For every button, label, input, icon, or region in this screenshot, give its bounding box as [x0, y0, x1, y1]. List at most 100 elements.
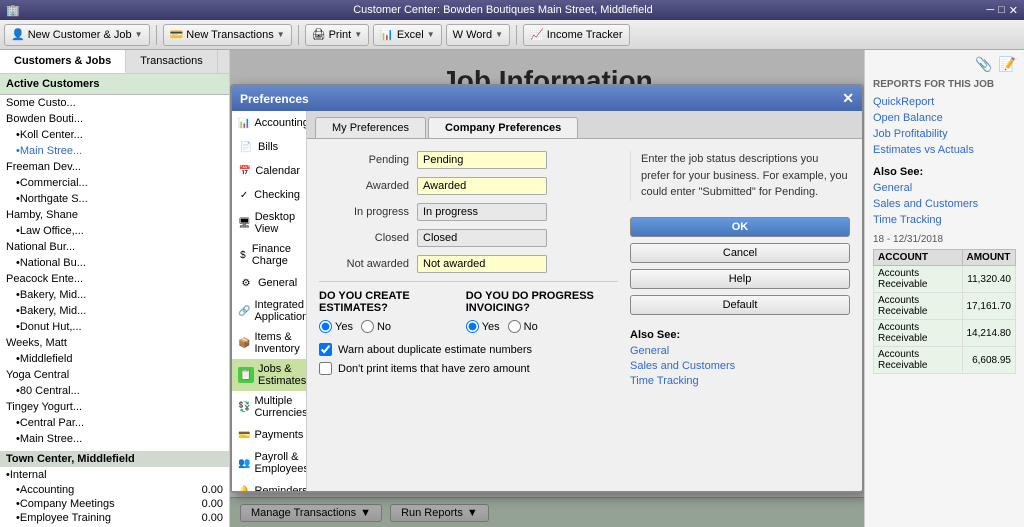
tab-my-preferences[interactable]: My Preferences [315, 117, 426, 138]
list-item[interactable]: •Koll Center... [0, 127, 229, 143]
close-btn[interactable]: ✕ [1009, 4, 1018, 17]
closed-input[interactable] [417, 229, 547, 247]
estimates-yes-label[interactable]: Yes [319, 320, 353, 333]
list-item[interactable]: •Middlefield [0, 351, 229, 367]
nav-item-payroll[interactable]: 👥 Payroll & Employees [232, 447, 306, 479]
list-item[interactable]: Weeks, Matt [0, 335, 229, 351]
nav-item-accounting[interactable]: 📊 Accounting [232, 111, 306, 135]
list-item[interactable]: Some Custo... [0, 95, 229, 111]
pending-input[interactable] [417, 151, 547, 169]
progress-yes-radio[interactable] [466, 320, 479, 333]
progress-no-label[interactable]: No [508, 320, 538, 333]
list-item[interactable]: •Central Par... [0, 415, 229, 431]
list-item[interactable]: Yoga Central [0, 367, 229, 383]
list-item[interactable]: Tingey Yogurt... [0, 399, 229, 415]
job-profitability-link[interactable]: Job Profitability [873, 128, 1016, 140]
list-item[interactable]: •Bakery, Mid... [0, 287, 229, 303]
awarded-input[interactable] [417, 177, 547, 195]
nav-item-items[interactable]: 📦 Items & Inventory [232, 327, 306, 359]
list-item[interactable]: •Employee Training0.00 [0, 511, 229, 525]
tab-transactions[interactable]: Transactions [126, 50, 218, 73]
new-transactions-btn[interactable]: 💳 New Transactions ▼ [163, 24, 292, 46]
list-item[interactable]: Peacock Ente... [0, 271, 229, 287]
new-customer-job-btn[interactable]: 👤 New Customer & Job ▼ [4, 24, 150, 46]
progress-no-radio[interactable] [508, 320, 521, 333]
open-balance-link[interactable]: Open Balance [873, 112, 1016, 124]
nav-item-integrated[interactable]: 🔗 Integrated Applications [232, 295, 306, 327]
nav-item-multiple-currencies[interactable]: 💱 Multiple Currencies [232, 391, 306, 423]
nav-item-calendar[interactable]: 📅 Calendar [232, 159, 306, 183]
estimates-yes-radio[interactable] [319, 320, 332, 333]
right-general-link[interactable]: General [873, 182, 1016, 194]
estimates-no-label[interactable]: No [361, 320, 391, 333]
toolbar: 👤 New Customer & Job ▼ 💳 New Transaction… [0, 20, 1024, 50]
account-period: 18 - 12/31/2018 [873, 234, 1016, 245]
in-progress-input[interactable] [417, 203, 547, 221]
excel-btn[interactable]: 📊 Excel ▼ [373, 24, 442, 46]
list-item[interactable]: •Internal [0, 467, 229, 483]
awarded-label: Awarded [319, 180, 409, 192]
nav-item-bills[interactable]: 📄 Bills [232, 135, 306, 159]
right-sales-customers-link[interactable]: Sales and Customers [873, 198, 1016, 210]
word-btn[interactable]: W Word ▼ [446, 24, 510, 46]
list-item[interactable]: •Commercial... [0, 175, 229, 191]
nav-item-checking[interactable]: ✓ Checking [232, 183, 306, 207]
list-item[interactable]: •Main Stree... [0, 431, 229, 447]
minimize-btn[interactable]: ─ [986, 4, 994, 17]
progress-yes-label[interactable]: Yes [466, 320, 500, 333]
attachment-icon[interactable]: 📎 [975, 56, 992, 73]
town-center-row[interactable]: Town Center, Middlefield [0, 451, 229, 467]
nav-item-payments[interactable]: 💳 Payments [232, 423, 306, 447]
estimates-vs-actuals-link[interactable]: Estimates vs Actuals [873, 144, 1016, 156]
list-item[interactable]: •Law Office,... [0, 223, 229, 239]
nav-item-reminders[interactable]: 🔔 Reminders [232, 479, 306, 491]
nav-item-desktop[interactable]: 🖥 Desktop View [232, 207, 306, 239]
list-item[interactable]: •National Bu... [0, 255, 229, 271]
warn-duplicate-checkbox[interactable] [319, 343, 332, 356]
help-button[interactable]: Help [630, 269, 850, 289]
list-item[interactable]: •Company Meetings0.00 [0, 497, 229, 511]
account-table: ACCOUNT AMOUNT Accounts Receivable11,320… [873, 249, 1016, 374]
window-controls[interactable]: ─ □ ✕ [986, 4, 1018, 17]
in-progress-row: In progress [319, 203, 618, 221]
also-see-sales-customers[interactable]: Sales and Customers [630, 360, 850, 372]
list-item[interactable]: Hamby, Shane [0, 207, 229, 223]
list-item[interactable]: National Bur... [0, 239, 229, 255]
progress-question: DO YOU DO PROGRESS INVOICING? [466, 290, 618, 314]
not-awarded-input[interactable] [417, 255, 547, 273]
list-item[interactable]: •Accounting0.00 [0, 483, 229, 497]
right-panel: 📎 📝 REPORTS FOR THIS JOB QuickReport Ope… [864, 50, 1024, 527]
list-item[interactable]: •80 Central... [0, 383, 229, 399]
customer-list[interactable]: Some Custo... Bowden Bouti... •Koll Cent… [0, 95, 229, 527]
quickreport-link[interactable]: QuickReport [873, 96, 1016, 108]
maximize-btn[interactable]: □ [998, 4, 1005, 17]
account-name-cell: Accounts Receivable [874, 293, 963, 320]
integrated-icon: 🔗 [238, 303, 250, 319]
dialog-close-btn[interactable]: ✕ [842, 90, 854, 107]
divider-1 [319, 281, 618, 282]
nav-item-finance[interactable]: $ Finance Charge [232, 239, 306, 271]
also-see-general[interactable]: General [630, 345, 850, 357]
dont-print-checkbox[interactable] [319, 362, 332, 375]
ok-button[interactable]: OK [630, 217, 850, 237]
list-item[interactable]: •Bakery, Mid... [0, 303, 229, 319]
nav-item-jobs[interactable]: 📋 Jobs & Estimates [232, 359, 306, 391]
also-see-time-tracking[interactable]: Time Tracking [630, 375, 850, 387]
income-tracker-btn[interactable]: 📈 Income Tracker [523, 24, 630, 46]
estimates-no-radio[interactable] [361, 320, 374, 333]
cancel-button[interactable]: Cancel [630, 243, 850, 263]
list-item[interactable]: Freeman Dev... [0, 159, 229, 175]
app-title: Customer Center: Bowden Boutiques Main S… [20, 4, 987, 16]
note-icon[interactable]: 📝 [999, 56, 1016, 73]
tab-customers-jobs[interactable]: Customers & Jobs [0, 50, 126, 73]
list-item[interactable]: Bowden Bouti... [0, 111, 229, 127]
tab-company-preferences[interactable]: Company Preferences [428, 117, 578, 138]
right-time-tracking-link[interactable]: Time Tracking [873, 214, 1016, 226]
list-item-main-street[interactable]: •Main Stree... [0, 143, 229, 159]
print-btn[interactable]: 🖨 Print ▼ [305, 24, 370, 46]
nav-item-general[interactable]: ⚙ General [232, 271, 306, 295]
list-item[interactable]: •Northgate S... [0, 191, 229, 207]
default-button[interactable]: Default [630, 295, 850, 315]
list-item[interactable]: •Donut Hut,... [0, 319, 229, 335]
transactions-icon: 💳 [170, 28, 184, 41]
